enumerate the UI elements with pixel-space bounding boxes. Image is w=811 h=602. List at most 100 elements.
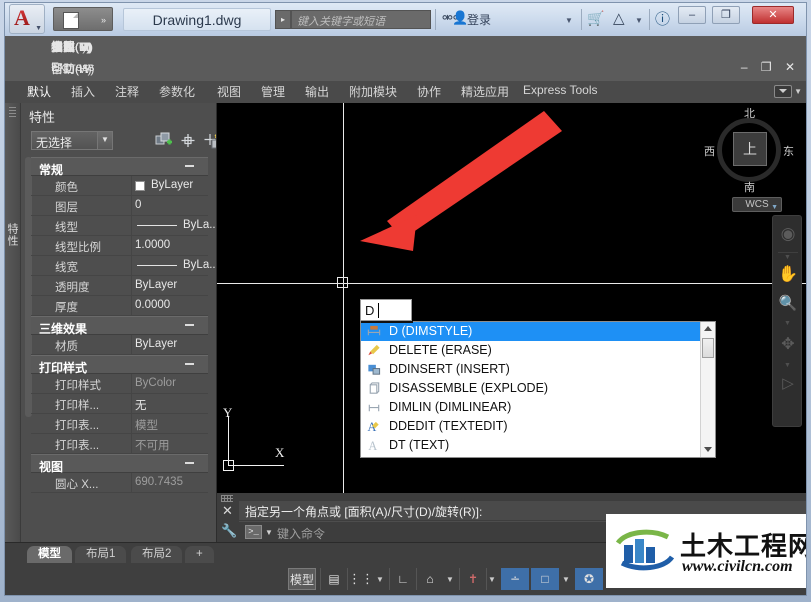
quick-select-icon[interactable] (155, 132, 173, 149)
snap-chevron-icon[interactable]: ▼ (376, 575, 384, 584)
compass-north[interactable]: 北 (744, 105, 755, 121)
autocomplete-item-ddinsert[interactable]: DDINSERT (INSERT) (361, 360, 715, 379)
customize-wrench-icon[interactable]: 🔧 (221, 523, 237, 539)
nav-chevron-2-icon[interactable]: ▼ (784, 320, 791, 327)
tab-featured-apps[interactable]: 精选应用 (461, 83, 509, 100)
layout-tab-layout1[interactable]: 布局1 (75, 546, 127, 563)
application-menu-button[interactable]: A ▼ (9, 4, 45, 34)
viewcube-top-face[interactable]: 上 (733, 132, 767, 166)
ucs-chevron-icon[interactable]: ▼ (562, 575, 570, 584)
tab-annotate[interactable]: 注释 (115, 83, 139, 100)
grid-display-icon[interactable]: ▤ (320, 568, 348, 590)
collapse-icon[interactable] (185, 462, 194, 464)
snap-mode-icon[interactable]: ⋮⋮ (348, 568, 374, 590)
navigation-bar[interactable]: ◉ ▼ ✋ 🔍 ▼ ✥ ▼ ▷ (772, 215, 802, 427)
palette-title-strip[interactable]: 特性 (5, 103, 21, 543)
autocomplete-dropdown[interactable]: D (DIMSTYLE) DELETE (ERASE) DDINSERT (IN… (360, 321, 716, 458)
tab-parametric[interactable]: 参数化 (159, 83, 195, 100)
scrollbar-up-arrow[interactable] (701, 322, 715, 336)
orbit-icon[interactable]: ✥ (776, 334, 800, 354)
property-row[interactable]: 打印样式 ByColor (31, 374, 208, 394)
tab-view[interactable]: 视图 (217, 83, 241, 100)
tab-manage[interactable]: 管理 (261, 83, 285, 100)
minimize-button[interactable]: – (678, 6, 706, 24)
chevron-down-icon[interactable]: ▼ (97, 132, 112, 149)
autocomplete-item-dimlin[interactable]: DIMLIN (DIMLINEAR) (361, 398, 715, 417)
nav-chevron-3-icon[interactable]: ▼ (784, 362, 791, 369)
property-group-3d-effects[interactable]: 三维效果 (31, 316, 208, 336)
menu-help[interactable]: 帮助(H) (51, 60, 92, 77)
help-question-icon[interactable]: ⓘ (655, 8, 670, 29)
quick-calc-icon[interactable] (203, 132, 216, 149)
object-snap-tracking-icon[interactable]: ∸ (501, 568, 529, 590)
collapse-icon[interactable] (185, 165, 194, 167)
ortho-mode-icon[interactable]: ∟ (389, 568, 417, 590)
menu-parametric[interactable]: 参数(P) (51, 38, 91, 55)
collapse-icon[interactable] (185, 363, 194, 365)
dynamic-input-icon[interactable]: ✪ (575, 568, 603, 590)
property-row[interactable]: 打印表... 不可用 (31, 434, 208, 454)
property-group-plot-style[interactable]: 打印样式 (31, 355, 208, 375)
property-row[interactable]: 材质 ByLayer (31, 335, 208, 355)
wcs-selector[interactable]: WCS ▼ (732, 197, 782, 212)
pan-hand-icon[interactable]: ✋ (776, 264, 800, 284)
viewcube[interactable]: 上 北 西 东 南 (704, 105, 794, 195)
quick-access-toolbar[interactable]: » (53, 7, 113, 31)
property-row[interactable]: 打印样... 无 (31, 394, 208, 414)
property-row[interactable]: 线宽 ByLa... (31, 256, 216, 276)
autocomplete-item-delete[interactable]: DELETE (ERASE) (361, 341, 715, 360)
property-group-view[interactable]: 视图 (31, 454, 208, 474)
close-button[interactable]: ✕ (752, 6, 794, 24)
property-row[interactable]: 线型比例 1.0000 (31, 236, 208, 256)
add-layout-button[interactable]: + (185, 546, 214, 563)
ribbon-minimize-icon[interactable] (774, 85, 792, 98)
dynamic-input-box[interactable]: D (360, 299, 413, 323)
osnap-chevron-icon[interactable]: ▼ (488, 575, 496, 584)
layout-tab-model[interactable]: 模型 (27, 546, 72, 563)
property-row[interactable]: 打印表... 模型 (31, 414, 208, 434)
new-document-icon[interactable] (64, 13, 78, 28)
layout-tab-layout2[interactable]: 布局2 (131, 546, 183, 563)
autocomplete-item-disassemble[interactable]: DISASSEMBLE (EXPLODE) (361, 379, 715, 398)
scrollbar-thumb[interactable] (702, 338, 714, 358)
qat-overflow-chevron-icon[interactable]: » (101, 15, 106, 25)
tab-home[interactable]: 默认 (20, 81, 58, 102)
property-row[interactable]: 图层 0 (31, 196, 208, 216)
shopping-cart-icon[interactable]: 🛒 (587, 10, 604, 27)
tab-addins[interactable]: 附加模块 (349, 83, 397, 100)
sign-in-label[interactable]: 登录 (467, 11, 491, 28)
tab-output[interactable]: 输出 (305, 83, 329, 100)
polar-chevron-icon[interactable]: ▼ (446, 575, 454, 584)
close-icon[interactable]: ✕ (222, 503, 233, 519)
autodesk-triangle-icon[interactable]: △ (613, 9, 625, 27)
document-window-controls[interactable]: – ❐ ✕ (741, 60, 800, 74)
dynamic-ucs-icon[interactable]: □ (531, 568, 559, 590)
zoom-extents-icon[interactable]: 🔍 (776, 294, 800, 312)
ribbon-minimize-chevron-icon[interactable]: ▼ (794, 87, 802, 96)
property-row[interactable]: 颜色 ByLayer (31, 176, 208, 196)
pick-point-icon[interactable] (179, 132, 197, 149)
compass-south[interactable]: 南 (744, 179, 755, 195)
autodesk-chevron-icon[interactable]: ▼ (635, 16, 643, 25)
palette-grip[interactable] (9, 107, 16, 117)
signin-chevron-icon[interactable]: ▼ (565, 16, 573, 25)
compass-west[interactable]: 西 (704, 143, 715, 159)
property-row[interactable]: 透明度 ByLayer (31, 276, 208, 296)
tab-insert[interactable]: 插入 (71, 83, 95, 100)
property-row[interactable]: 厚度 0.0000 (31, 296, 208, 316)
property-row[interactable]: 线型 ByLa... (31, 216, 216, 236)
polar-tracking-icon[interactable]: ⌂ (417, 568, 443, 590)
tab-collaborate[interactable]: 协作 (417, 83, 441, 100)
property-row[interactable]: 圆心 X... 690.7435 (31, 473, 208, 493)
search-input[interactable]: 键入关键字或短语 (291, 10, 431, 29)
nav-chevron-1-icon[interactable]: ▼ (784, 254, 791, 261)
autocomplete-item-ddedit[interactable]: A DDEDIT (TEXTEDIT) (361, 417, 715, 436)
tab-express-tools[interactable]: Express Tools (523, 83, 597, 97)
collapse-icon[interactable] (185, 324, 194, 326)
wcs-chevron-icon[interactable]: ▼ (771, 201, 778, 214)
search-dropdown-arrow[interactable]: ▸ (275, 10, 291, 29)
steering-wheel-icon[interactable]: ◉ (776, 224, 800, 244)
selection-dropdown[interactable]: 无选择 ▼ (31, 131, 113, 150)
command-options-chevron-icon[interactable]: ▼ (265, 528, 273, 537)
maximize-button[interactable]: ❐ (712, 6, 740, 24)
